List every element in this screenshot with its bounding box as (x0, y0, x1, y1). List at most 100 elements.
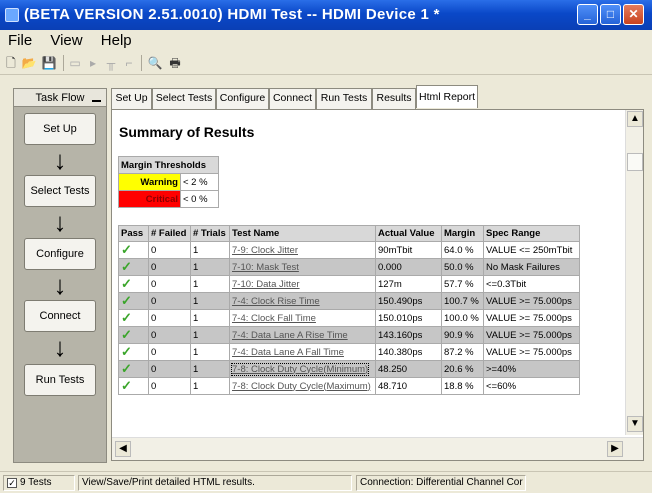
pass-check-icon: ✓ (118, 292, 149, 310)
hint-status: View/Save/Print detailed HTML results. (78, 475, 352, 491)
failed-cell: 0 (148, 326, 191, 344)
scroll-up-icon[interactable]: ▲ (627, 111, 643, 127)
tab-results[interactable]: Results (372, 88, 416, 109)
scroll-down-icon[interactable]: ▼ (627, 416, 643, 432)
menu-view[interactable]: View (50, 32, 82, 49)
test-name-label[interactable]: 7-4: Clock Rise Time (232, 296, 320, 307)
step-run-tests-button[interactable]: Run Tests (24, 364, 96, 396)
spec-range-cell: VALUE >= 75.000ps (483, 309, 580, 327)
test-name-label[interactable]: 7-9: Clock Jitter (232, 245, 298, 256)
vertical-scrollbar[interactable]: ▲ ▼ (625, 110, 643, 435)
pass-check-icon: ✓ (118, 377, 149, 395)
trials-cell: 1 (190, 309, 230, 327)
trials-cell: 1 (190, 241, 230, 259)
test-name-link[interactable]: 7-8: Clock Duty Cycle(Minimum) (229, 360, 376, 378)
results-table: Pass # Failed # Trials Test Name Actual … (118, 225, 580, 395)
spec-range-cell: <=60% (483, 377, 580, 395)
collapse-icon[interactable] (92, 93, 101, 102)
test-name-label[interactable]: 7-10: Mask Test (232, 262, 299, 273)
pass-check-icon: ✓ (118, 275, 149, 293)
margin-cell: 64.0 % (441, 241, 484, 259)
save-icon[interactable]: 💾 (41, 55, 57, 71)
html-report-panel: Summary of Results Margin Thresholds War… (111, 109, 644, 461)
test-name-link[interactable]: 7-10: Mask Test (229, 258, 376, 276)
checkbox-icon[interactable]: ✓ (7, 478, 17, 488)
test-name-label[interactable]: 7-8: Clock Duty Cycle(Minimum) (230, 362, 370, 376)
test-name-label[interactable]: 7-8: Clock Duty Cycle(Maximum) (232, 381, 371, 392)
menu-file[interactable]: File (8, 32, 32, 49)
horizontal-scrollbar[interactable]: ◀ ▶ (112, 437, 643, 460)
copy-icon[interactable]: ▭ (67, 55, 83, 71)
actual-value-cell: 48.250 (375, 360, 442, 378)
close-button[interactable]: ✕ (623, 4, 644, 25)
margin-cell: 50.0 % (441, 258, 484, 276)
spec-range-cell: VALUE >= 75.000ps (483, 292, 580, 310)
test-name-label[interactable]: 7-4: Clock Fall Time (232, 313, 316, 324)
test-name-link[interactable]: 7-4: Data Lane A Rise Time (229, 326, 376, 344)
actual-value-cell: 150.010ps (375, 309, 442, 327)
col-failed: # Failed (148, 225, 191, 242)
step-connect-button[interactable]: Connect (24, 300, 96, 332)
margin-thresholds-table: Margin Thresholds Warning < 2 % Critical… (118, 156, 219, 208)
scroll-thumb[interactable] (627, 153, 643, 171)
tab-run-tests[interactable]: Run Tests (316, 88, 372, 109)
test-name-link[interactable]: 7-10: Data Jitter (229, 275, 376, 293)
table-row: ✓ 0 1 7-4: Data Lane A Rise Time 143.160ps 90… (118, 326, 580, 344)
step-configure-button[interactable]: Configure (24, 238, 96, 270)
maximize-button[interactable]: □ (600, 4, 621, 25)
toolbar-separator (63, 55, 64, 71)
step-select-tests-button[interactable]: Select Tests (24, 175, 96, 207)
margin-cell: 18.8 % (441, 377, 484, 395)
scroll-right-icon[interactable]: ▶ (607, 441, 623, 457)
toolbar: 🗋 📂 💾 ▭ ▸ ╥ ⌐ 🔍 🖶 (0, 51, 652, 75)
print-icon[interactable]: 🖶 (167, 55, 183, 71)
trials-cell: 1 (190, 360, 230, 378)
table-icon[interactable]: ╥ (103, 55, 119, 71)
spec-range-cell: VALUE >= 75.000ps (483, 326, 580, 344)
new-file-icon[interactable]: 🗋 (3, 55, 19, 71)
actual-value-cell: 90mTbit (375, 241, 442, 259)
menu-help[interactable]: Help (101, 32, 132, 49)
table-row: ✓ 0 1 7-9: Clock Jitter 90mTbit 64.0 % VALUE <… (118, 241, 580, 259)
table-row: ✓ 0 1 7-8: Clock Duty Cycle(Maximum) 48.710 1… (118, 377, 580, 395)
test-name-link[interactable]: 7-4: Clock Fall Time (229, 309, 376, 327)
test-name-link[interactable]: 7-4: Clock Rise Time (229, 292, 376, 310)
thresholds-title: Margin Thresholds (118, 156, 219, 174)
tab-connect[interactable]: Connect (269, 88, 316, 109)
tab-setup[interactable]: Set Up (111, 88, 152, 109)
failed-cell: 0 (148, 309, 191, 327)
scroll-left-icon[interactable]: ◀ (115, 441, 131, 457)
failed-cell: 0 (148, 241, 191, 259)
tab-select-tests[interactable]: Select Tests (152, 88, 216, 109)
margin-cell: 20.6 % (441, 360, 484, 378)
tab-html-report[interactable]: Html Report (416, 85, 478, 108)
col-pass: Pass (118, 225, 149, 242)
test-name-label[interactable]: 7-10: Data Jitter (232, 279, 300, 290)
spec-range-cell: No Mask Failures (483, 258, 580, 276)
chart-icon[interactable]: ⌐ (121, 55, 137, 71)
step-setup-button[interactable]: Set Up (24, 113, 96, 145)
table-row: ✓ 0 1 7-10: Data Jitter 127m 57.7 % <=0.3Tbit (118, 275, 580, 293)
minimize-button[interactable]: _ (577, 4, 598, 25)
menu-bar: File View Help (0, 30, 652, 51)
trials-cell: 1 (190, 275, 230, 293)
print-preview-icon[interactable]: 🔍 (147, 55, 163, 71)
run-icon[interactable]: ▸ (85, 55, 101, 71)
test-name-label[interactable]: 7-4: Data Lane A Rise Time (232, 330, 348, 341)
arrow-down-icon: ↓ (53, 207, 67, 237)
tab-configure[interactable]: Configure (216, 88, 269, 109)
actual-value-cell: 143.160ps (375, 326, 442, 344)
test-name-label[interactable]: 7-4: Data Lane A Fall Time (232, 347, 344, 358)
test-name-link[interactable]: 7-4: Data Lane A Fall Time (229, 343, 376, 361)
test-name-link[interactable]: 7-8: Clock Duty Cycle(Maximum) (229, 377, 376, 395)
open-folder-icon[interactable]: 📂 (21, 55, 37, 71)
spec-range-cell: VALUE <= 250mTbit (483, 241, 580, 259)
col-margin: Margin (441, 225, 484, 242)
col-spec-range: Spec Range (483, 225, 580, 242)
trials-cell: 1 (190, 343, 230, 361)
tests-count-status[interactable]: ✓ 9 Tests (3, 475, 75, 491)
warning-value: < 2 % (180, 173, 219, 191)
test-name-link[interactable]: 7-9: Clock Jitter (229, 241, 376, 259)
connection-status: Connection: Differential Channel Cor (356, 475, 526, 491)
arrow-down-icon: ↓ (53, 145, 67, 175)
